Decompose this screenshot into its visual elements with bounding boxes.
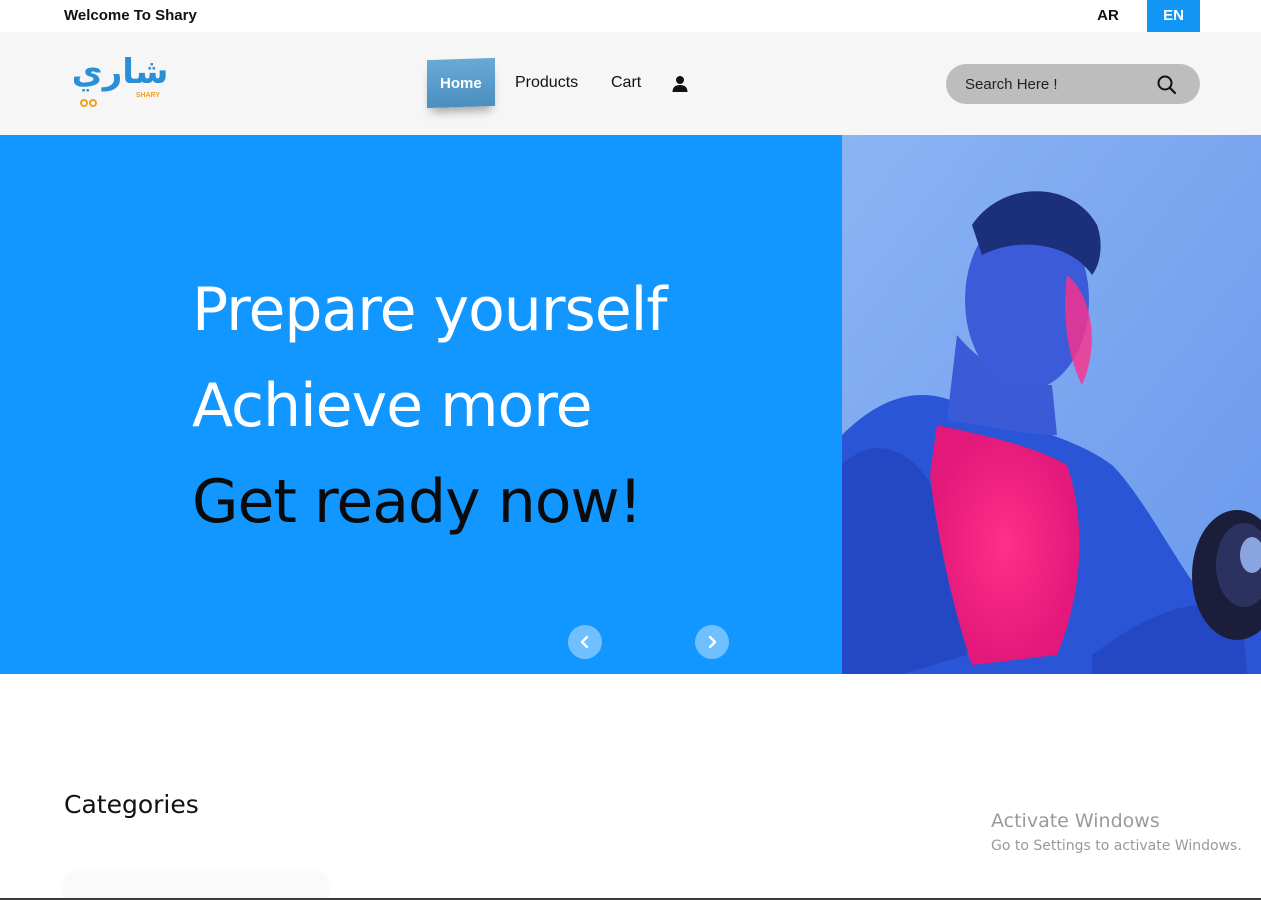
chevron-left-icon: [580, 635, 589, 649]
hero-line-2: Achieve more: [192, 371, 593, 441]
hero-athlete-image: [842, 135, 1261, 674]
hero-carousel: Prepare yourself Achieve more Get ready …: [0, 135, 1261, 674]
activate-windows-watermark: Activate Windows Go to Settings to activ…: [991, 810, 1242, 854]
nav-products-link[interactable]: Products: [515, 74, 578, 92]
logo-arabic-text: شاري: [74, 53, 166, 92]
nav-cart-link[interactable]: Cart: [611, 74, 641, 92]
category-card[interactable]: [64, 871, 328, 900]
nav-home-link[interactable]: Home: [427, 57, 495, 109]
language-ar-button[interactable]: AR: [1085, 0, 1131, 32]
chevron-right-icon: [708, 635, 717, 649]
nav-home-label: Home: [440, 75, 482, 92]
user-icon[interactable]: [671, 75, 689, 93]
main-navbar: شاري SHARY Home Products Cart: [0, 32, 1261, 135]
carousel-next-button[interactable]: [695, 625, 729, 659]
shary-logo[interactable]: شاري SHARY: [74, 53, 166, 113]
categories-heading: Categories: [64, 790, 199, 819]
hero-line-1: Prepare yourself: [192, 275, 667, 345]
carousel-prev-button[interactable]: [568, 625, 602, 659]
hero-line-3: Get ready now!: [192, 467, 643, 537]
logo-latin-text: SHARY: [136, 92, 161, 99]
watermark-line-1: Activate Windows: [991, 810, 1160, 832]
language-en-button[interactable]: EN: [1147, 0, 1200, 32]
search-icon[interactable]: [1156, 74, 1178, 96]
welcome-text: Welcome To Shary: [64, 7, 197, 24]
top-bar: Welcome To Shary AR EN: [0, 0, 1261, 32]
search-bar: [946, 64, 1200, 104]
search-input[interactable]: [965, 64, 1155, 104]
watermark-line-2: Go to Settings to activate Windows.: [991, 838, 1242, 854]
